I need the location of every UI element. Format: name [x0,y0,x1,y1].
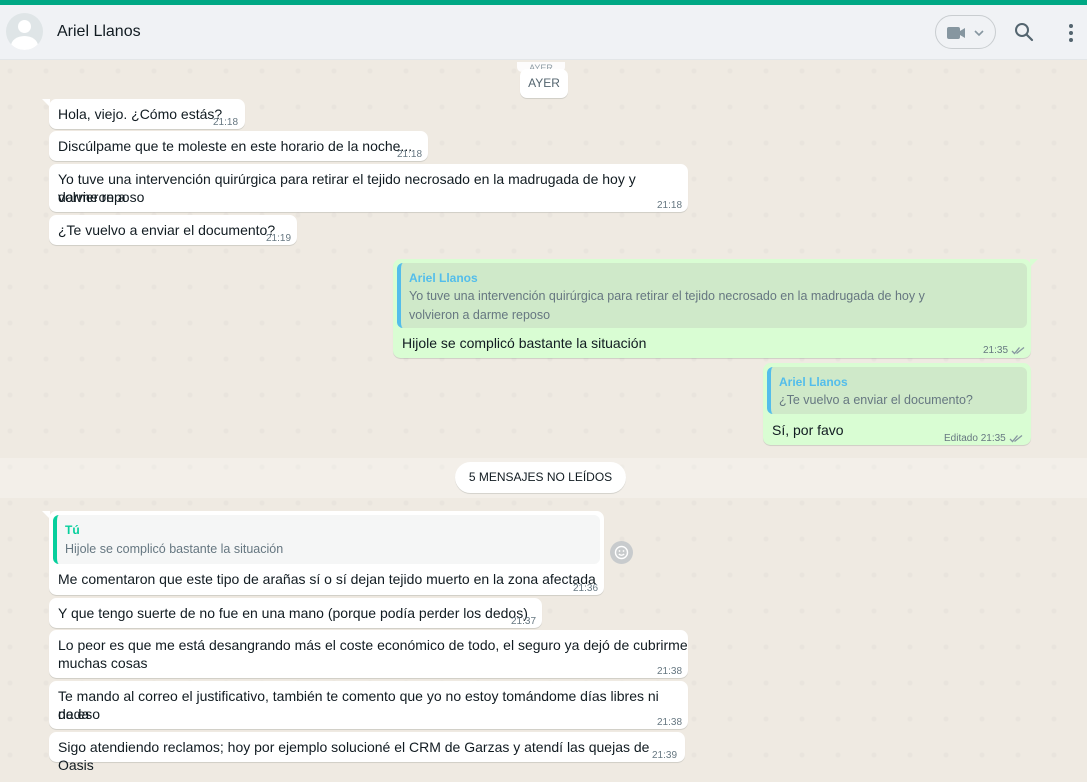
message-in[interactable]: Te mando al correo el justificativo, tam… [49,681,688,729]
message-time: 21:19 [266,233,292,244]
message-in[interactable]: Y que tengo suerte de no fue en una mano… [49,598,542,628]
message-text-line-1: Te mando al correo el justificativo, tam… [58,688,659,722]
message-text-line-1: Yo tuve una intervención quirúrgica para… [58,171,636,205]
read-ticks-icon [1009,434,1023,443]
quoted-message[interactable]: Tú Hijole se complicó bastante la situac… [53,515,600,564]
message-time: 21:36 [573,583,599,594]
message-out[interactable]: Ariel Llanos Yo tuve una intervención qu… [393,259,1031,358]
chat-header: Ariel Llanos [0,5,1087,60]
message-text: Hola, viejo. ¿Cómo estás? [58,106,223,122]
message-text-line-1: Lo peor es que me está desangrando más e… [58,637,688,653]
contact-name[interactable]: Ariel Llanos [57,23,141,41]
react-button[interactable] [610,541,633,564]
message-in[interactable]: Hola, viejo. ¿Cómo estás? 21:18 [49,99,245,129]
message-in[interactable]: Discúlpame que te moleste en este horari… [49,131,428,161]
message-text-line-2: muchas cosas [58,655,148,671]
message-text-line-2: darme reposo [58,189,145,205]
quote-text: Hijole se complicó bastante la situación [65,542,284,556]
quote-text: ¿Te vuelvo a enviar el documento? [779,393,973,407]
message-out[interactable]: Ariel Llanos ¿Te vuelvo a enviar el docu… [763,363,1031,445]
video-call-button[interactable] [935,15,996,49]
message-time: 21:18 [397,149,423,160]
chat-panel[interactable]: AYER AYER Hola, viejo. ¿Cómo estás? 21:1… [0,61,1087,782]
search-icon[interactable] [1014,22,1034,42]
edited-label: Editado [944,433,978,444]
message-text: Discúlpame que te moleste en este horari… [58,138,413,154]
quote-text-line-2: volvieron a darme reposo [409,308,551,322]
message-time: 21:18 [657,200,683,211]
message-in[interactable]: ¿Te vuelvo a enviar el documento? 21:19 [49,215,297,245]
message-time: 21:18 [213,117,239,128]
quote-author: Ariel Llanos [779,375,848,389]
message-text: Y que tengo suerte de no fue en una mano… [58,605,528,621]
chevron-down-icon [974,30,984,37]
message-in[interactable]: Sigo atendiendo reclamos; hoy por ejempl… [49,732,685,773]
message-text: Hijole se complicó bastante la situación [402,335,647,351]
date-separator: AYER [520,69,568,98]
avatar[interactable] [6,13,43,50]
message-time: 21:37 [511,616,537,627]
unread-divider: 5 MENSAJES NO LEÍDOS [455,462,626,493]
menu-icon[interactable] [1066,23,1076,43]
message-text: Sí, por favo [772,422,844,438]
quote-text-line-1: Yo tuve una intervención quirúrgica para… [409,289,925,303]
bubble-tail [1030,259,1038,267]
read-ticks-icon [1011,346,1025,355]
message-time: 21:38 [657,717,683,728]
message-text: Sigo atendiendo reclamos; hoy por ejempl… [58,739,650,773]
emoji-icon [614,545,629,560]
quote-author: Tú [65,523,80,537]
quote-author: Ariel Llanos [409,271,478,285]
quoted-message[interactable]: Ariel Llanos Yo tuve una intervención qu… [397,263,1027,328]
message-in[interactable]: Tú Hijole se complicó bastante la situac… [49,511,604,595]
message-in[interactable]: Lo peor es que me está desangrando más e… [49,630,688,678]
message-text: Me comentaron que este tipo de arañas sí… [58,571,596,587]
message-time: 21:38 [657,666,683,677]
message-time: 21:39 [652,750,678,761]
quoted-message[interactable]: Ariel Llanos ¿Te vuelvo a enviar el docu… [767,367,1027,414]
message-time: Editado 21:35 [944,430,1023,448]
message-text-line-2: de eso [58,706,101,722]
message-text: ¿Te vuelvo a enviar el documento? [58,222,276,238]
message-time: 21:35 [983,342,1025,360]
message-in[interactable]: Yo tuve una intervención quirúrgica para… [49,164,688,212]
video-call-icon [947,27,984,39]
